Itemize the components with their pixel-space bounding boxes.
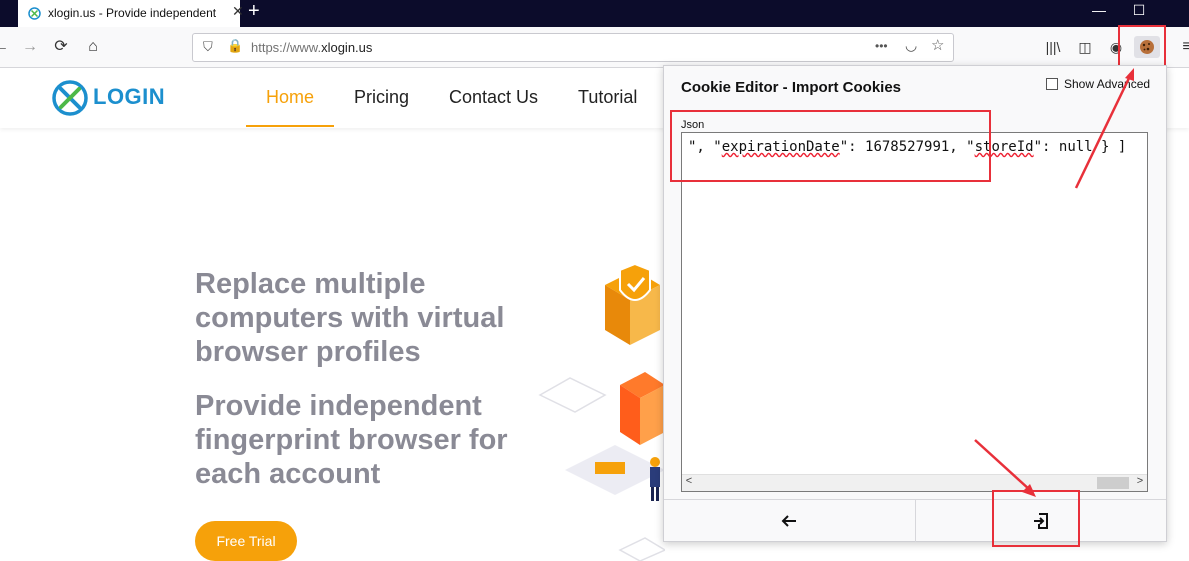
hero-illustration — [538, 262, 665, 561]
bookmark-star-icon[interactable]: ☆ — [931, 36, 944, 54]
close-icon[interactable]: ✕ — [232, 3, 244, 20]
json-textarea[interactable]: ", "expirationDate": 1678527991, "storeI… — [681, 132, 1148, 492]
horizontal-scrollbar[interactable]: < > — [682, 474, 1147, 491]
nav-pricing[interactable]: Pricing — [354, 87, 409, 108]
browser-tab[interactable]: xlogin.us - Provide independent ✕ — [18, 0, 244, 27]
nav-contact-us[interactable]: Contact Us — [449, 87, 538, 108]
json-highlight-box — [670, 110, 991, 182]
hero-heading-line: Replace multiple — [195, 268, 426, 300]
sidebar-icon[interactable]: ◫ — [1074, 36, 1096, 58]
free-trial-button[interactable]: Free Trial — [195, 521, 297, 561]
popup-title: Cookie Editor - Import Cookies — [681, 79, 902, 96]
menu-icon[interactable]: ≡ — [1176, 36, 1189, 58]
back-icon[interactable]: ← — [0, 36, 12, 58]
extension-highlight-box — [1118, 25, 1166, 67]
forward-icon[interactable]: → — [19, 36, 41, 58]
xlogin-logo-icon[interactable] — [50, 79, 90, 117]
hero-subheading-line: Provide independent — [195, 390, 482, 422]
hero-subheading-line: fingerprint browser for — [195, 424, 508, 456]
scroll-right-icon[interactable]: > — [1133, 475, 1147, 487]
show-advanced-label[interactable]: Show Advanced — [1064, 77, 1150, 91]
lock-icon[interactable]: 🔒 — [227, 38, 243, 54]
scroll-left-icon[interactable]: < — [682, 475, 696, 487]
browser-toolbar: ← → ⟳ ⌂ ⛉ 🔒 https://www.xlogin.us ••• ◡ … — [0, 25, 1189, 68]
more-icon[interactable]: ••• — [875, 39, 888, 53]
home-icon[interactable]: ⌂ — [82, 36, 104, 58]
tab-bar: xlogin.us - Provide independent ✕ + — ☐ — [0, 0, 1189, 27]
reload-icon[interactable]: ⟳ — [50, 36, 72, 58]
minimize-icon[interactable]: — — [1088, 2, 1110, 18]
pocket-icon[interactable]: ◡ — [905, 37, 917, 54]
back-arrow-icon — [781, 515, 796, 527]
active-nav-underline — [246, 125, 334, 127]
hero-subheading-line: each account — [195, 458, 381, 490]
url-text[interactable]: https://www.xlogin.us — [251, 40, 372, 55]
nav-tutorial[interactable]: Tutorial — [578, 87, 637, 108]
maximize-icon[interactable]: ☐ — [1128, 2, 1150, 19]
import-highlight-box — [992, 490, 1080, 547]
back-button[interactable] — [664, 500, 914, 542]
url-bar[interactable]: ⛉ 🔒 https://www.xlogin.us ••• ◡ ☆ — [192, 33, 954, 62]
show-advanced-checkbox[interactable] — [1046, 78, 1058, 90]
shield-icon[interactable]: ⛉ — [203, 39, 213, 55]
library-icon[interactable]: |||\ — [1042, 36, 1064, 58]
hero-heading-line: computers with virtual — [195, 302, 505, 334]
nav-home[interactable]: Home — [266, 87, 314, 108]
popup-footer — [664, 499, 1166, 542]
scrollbar-thumb[interactable] — [1097, 477, 1129, 489]
tab-title: xlogin.us - Provide independent — [48, 6, 217, 20]
new-tab-icon[interactable]: + — [248, 0, 260, 23]
xlogin-favicon-icon — [28, 7, 41, 20]
logo-text[interactable]: LOGIN — [93, 84, 165, 110]
hero-heading-line: browser profiles — [195, 336, 421, 368]
